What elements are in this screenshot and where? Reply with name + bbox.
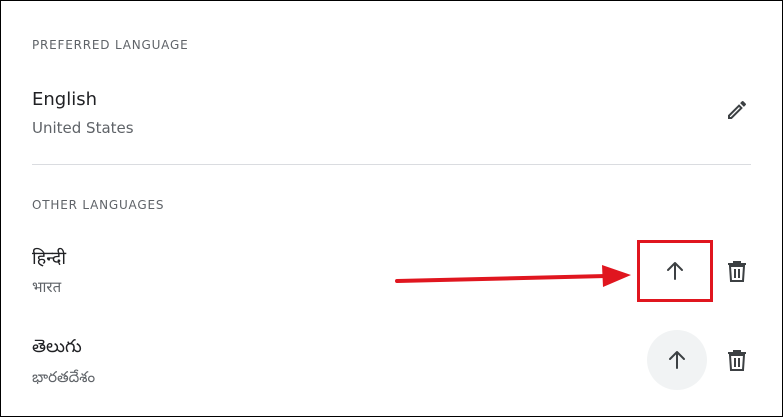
- language-settings-panel: PREFERRED LANGUAGE English United States…: [0, 0, 783, 417]
- other-language-region-hindi: भारत: [32, 278, 62, 296]
- preferred-language-name: English: [32, 89, 97, 110]
- pencil-icon: [728, 100, 747, 119]
- trash-icon: [728, 350, 746, 371]
- other-language-name-hindi: हिन्दी: [32, 248, 67, 269]
- other-languages-heading: OTHER LANGUAGES: [32, 198, 165, 212]
- annotation-arrow-icon: [395, 265, 631, 287]
- section-divider: [32, 164, 751, 165]
- trash-icon: [728, 261, 746, 282]
- other-language-region-telugu: భారతదేశం: [32, 368, 96, 386]
- preferred-language-region: United States: [32, 119, 134, 137]
- annotation-highlight-box: [637, 240, 713, 302]
- other-language-name-telugu: తెలుగు: [32, 336, 82, 357]
- preferred-language-heading: PREFERRED LANGUAGE: [32, 38, 189, 52]
- delete-button-telugu[interactable]: [720, 343, 754, 377]
- delete-button-hindi[interactable]: [720, 254, 754, 288]
- move-up-button-telugu[interactable]: [647, 330, 707, 390]
- arrow-up-icon: [669, 351, 685, 369]
- edit-preferred-language-button[interactable]: [720, 93, 754, 127]
